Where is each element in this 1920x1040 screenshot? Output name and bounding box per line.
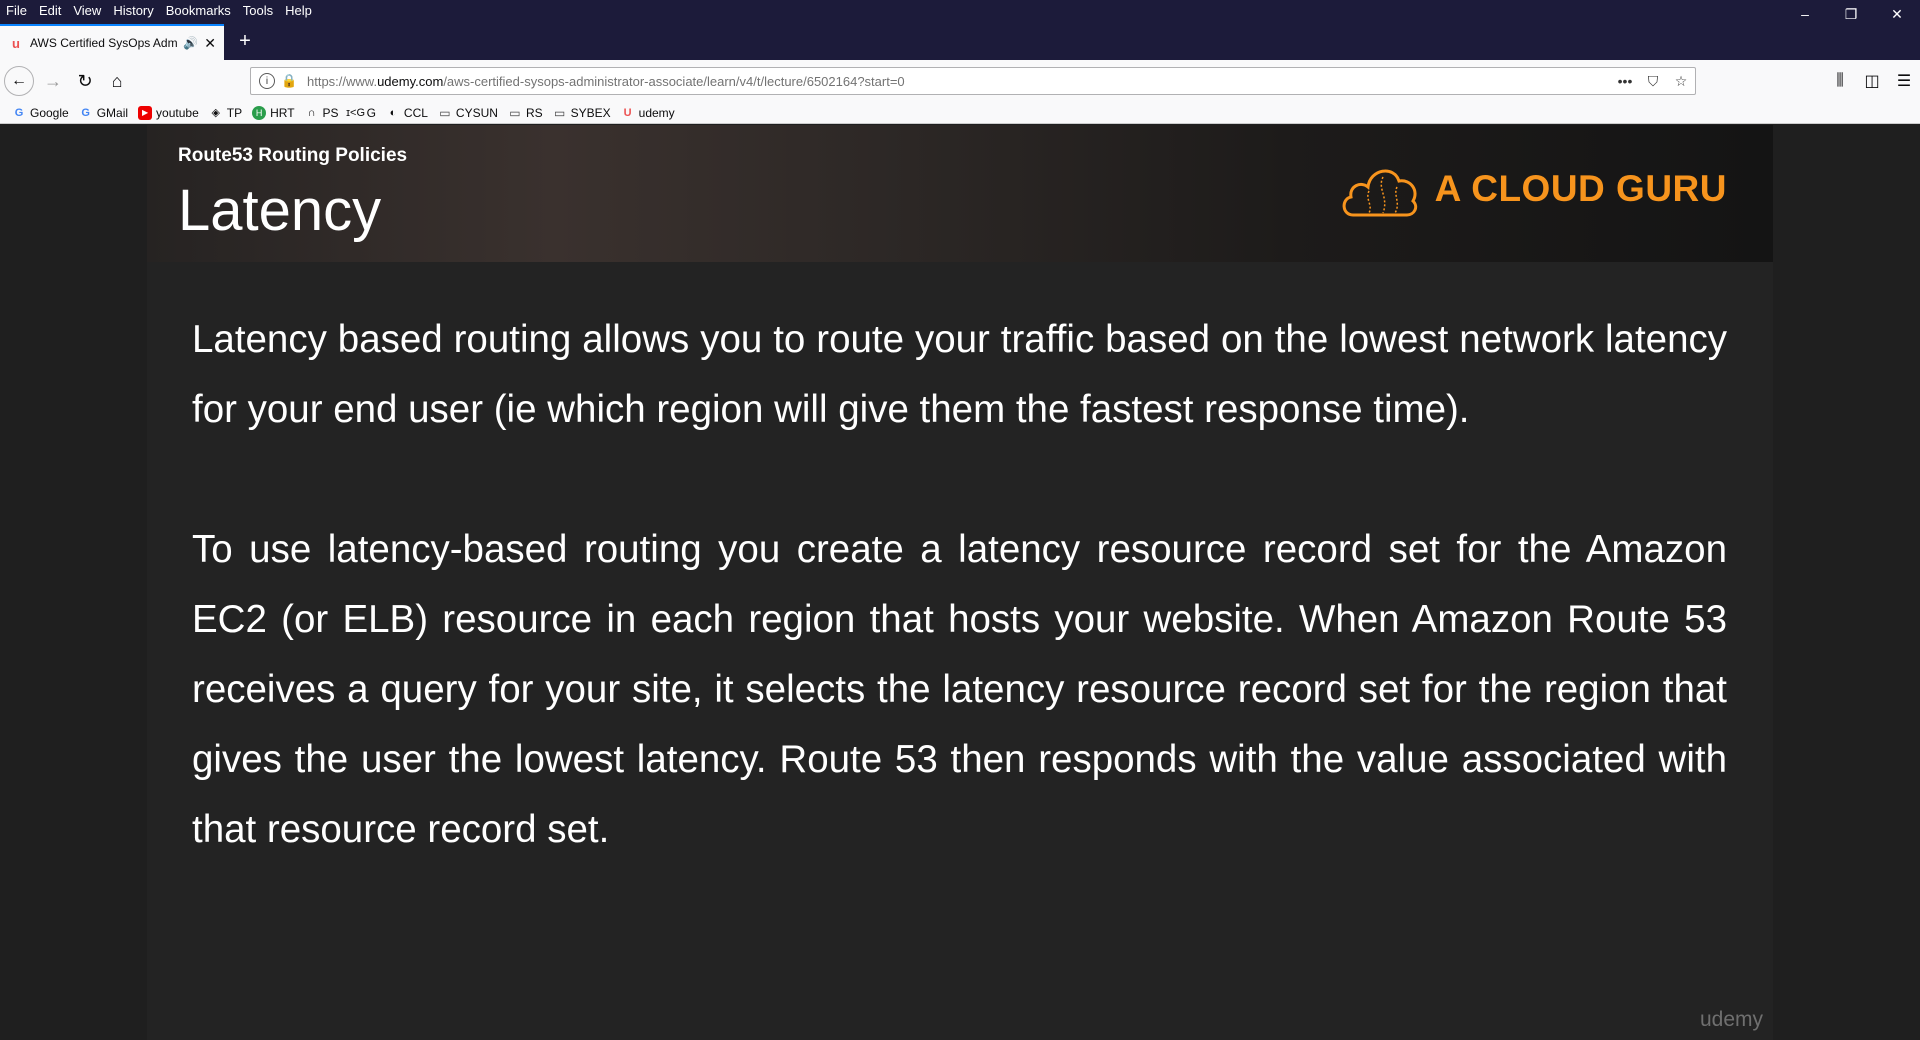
bookmark-youtube[interactable]: ▶ youtube xyxy=(138,105,199,120)
forward-button[interactable]: → xyxy=(38,66,68,96)
bookmark-google[interactable]: G Google xyxy=(12,106,69,120)
bookmarks-bar: G Google G GMail ▶ youtube ◈ TP H HRT ∩ PS ɪ<G… xyxy=(0,102,1920,124)
address-bar[interactable]: i 🔒 https://www.udemy.com/aws-certified-… xyxy=(250,67,1696,95)
hamburger-menu-icon[interactable]: ☰ xyxy=(1888,66,1920,96)
brand-name: A CLOUD GURU xyxy=(1434,168,1727,209)
menu-file[interactable]: File xyxy=(0,0,33,22)
bookmark-gmail[interactable]: G GMail xyxy=(79,106,128,120)
close-tab-icon[interactable]: ✕ xyxy=(204,35,216,52)
slide-body: Latency based routing allows you to rout… xyxy=(192,305,1727,935)
page-content: Route53 Routing Policies Latency A CLOUD… xyxy=(0,125,1920,1040)
navigation-bar: ← → ↻ ⌂ i 🔒 https://www.udemy.com/aws-ce… xyxy=(0,60,1920,102)
tp-icon: ◈ xyxy=(211,107,220,119)
bookmark-tp[interactable]: ◈ TP xyxy=(209,106,243,120)
g-site-icon: ɪ<G xyxy=(346,106,366,119)
tab-bar: u AWS Certified SysOps Admi 🔊 ✕ xyxy=(0,22,1920,60)
ps-icon: ∩ xyxy=(307,106,316,119)
home-icon: ⌂ xyxy=(111,70,123,91)
bookmark-ps[interactable]: ∩ PS xyxy=(305,106,339,120)
bookmark-folder-rs[interactable]: ▭ RS xyxy=(508,105,542,120)
arrow-right-icon: → xyxy=(44,70,62,91)
pocket-icon[interactable]: ⛉ xyxy=(1639,73,1667,90)
tab-title: AWS Certified SysOps Admi xyxy=(30,36,178,50)
arrow-left-icon: ← xyxy=(11,72,27,89)
menu-history[interactable]: History xyxy=(107,0,159,22)
slide-paragraph: Latency based routing allows you to rout… xyxy=(192,318,1727,431)
info-icon[interactable]: i xyxy=(259,73,275,89)
slide-subtitle: Route53 Routing Policies xyxy=(178,145,408,166)
lock-icon[interactable]: 🔒 xyxy=(281,73,297,89)
bookmark-ccl[interactable]: ◐ CCL xyxy=(386,106,428,120)
url-text[interactable]: https://www.udemy.com/aws-certified-syso… xyxy=(307,74,1611,89)
reload-icon: ↻ xyxy=(77,70,93,91)
folder-icon: ▭ xyxy=(553,105,566,120)
menu-bar: File Edit View History Bookmarks Tools H… xyxy=(0,0,1920,22)
menu-tools[interactable]: Tools xyxy=(237,0,279,22)
slide-header: Route53 Routing Policies Latency A CLOUD… xyxy=(147,125,1773,262)
page-actions-icon[interactable]: ••• xyxy=(1611,73,1639,89)
slide-paragraph: To use latency-based routing you create … xyxy=(192,528,1727,851)
library-icon[interactable]: ⫼ xyxy=(1824,66,1856,96)
cloud-logo-icon xyxy=(1342,169,1417,217)
udemy-icon: U xyxy=(623,106,632,119)
google-icon: G xyxy=(81,106,90,119)
reload-button[interactable]: ↻ xyxy=(70,66,100,96)
google-icon: G xyxy=(14,106,24,119)
youtube-icon: ▶ xyxy=(138,105,153,120)
speaker-icon[interactable]: 🔊 xyxy=(183,36,198,50)
bookmark-g[interactable]: ɪ<G G xyxy=(346,106,376,120)
menu-edit[interactable]: Edit xyxy=(33,0,67,22)
new-tab-button[interactable]: + xyxy=(232,28,258,54)
back-button[interactable]: ← xyxy=(4,66,34,96)
folder-icon: ▭ xyxy=(509,105,521,120)
menu-bookmarks[interactable]: Bookmarks xyxy=(160,0,237,22)
bookmark-hrt[interactable]: H HRT xyxy=(252,105,295,120)
udemy-watermark: udemy xyxy=(1699,1008,1763,1031)
brand-logo: A CLOUD GURU xyxy=(1339,157,1727,221)
home-button[interactable]: ⌂ xyxy=(102,66,132,96)
hrt-icon: H xyxy=(252,105,267,120)
slide-title: Latency xyxy=(178,178,382,243)
lecture-video[interactable]: Route53 Routing Policies Latency A CLOUD… xyxy=(147,125,1773,1040)
toolbar-right: ⫼ ◫ ☰ xyxy=(1824,66,1920,96)
folder-icon: ▭ xyxy=(439,105,451,120)
bookmark-folder-cysun[interactable]: ▭ CYSUN xyxy=(438,106,498,120)
bookmark-udemy[interactable]: Uudemy xyxy=(621,106,675,120)
bookmark-folder-sybex[interactable]: ▭ SYBEX xyxy=(553,106,611,120)
menu-help[interactable]: Help xyxy=(279,0,318,22)
sidebar-icon[interactable]: ◫ xyxy=(1856,66,1888,96)
bookmark-star-icon[interactable]: ☆ xyxy=(1667,73,1695,90)
udemy-icon: u xyxy=(12,35,20,51)
menu-view[interactable]: View xyxy=(67,0,107,22)
ccl-icon: ◐ xyxy=(389,106,397,119)
tab-active[interactable]: u AWS Certified SysOps Admi 🔊 ✕ xyxy=(0,24,224,60)
